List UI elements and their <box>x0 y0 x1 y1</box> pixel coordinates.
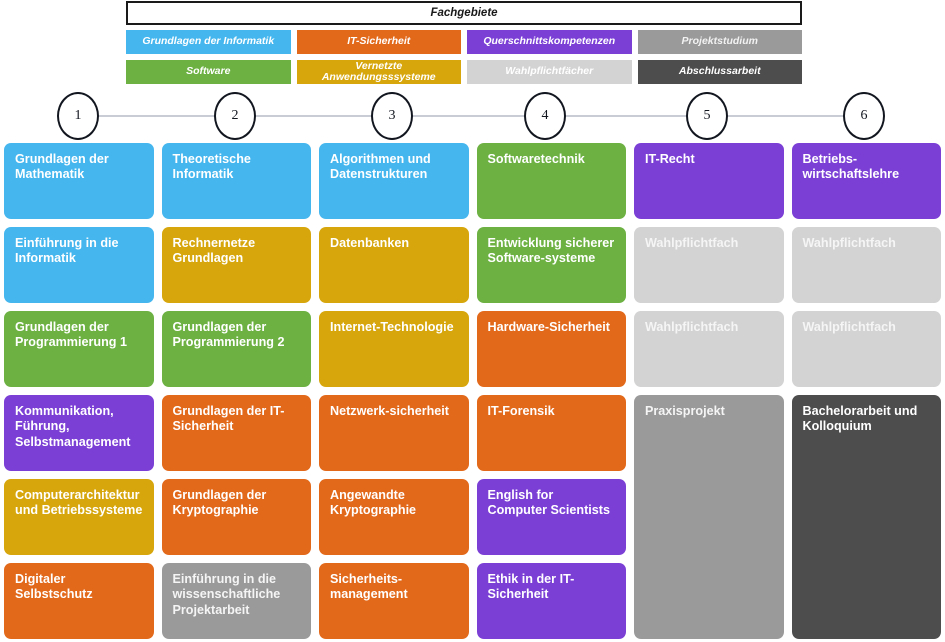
course-card[interactable]: Computerarchitektur und Betriebssysteme <box>4 479 154 555</box>
semester-node-4[interactable]: 4 <box>524 92 566 140</box>
legend-chip-grid: Grundlagen der Informatik IT-Sicherheit Qu… <box>126 30 802 84</box>
legend-panel: Fachgebiete Grundlagen der Informatik IT-… <box>126 0 802 84</box>
course-card[interactable]: Internet-Technologie <box>319 311 469 387</box>
legend-chip[interactable]: Querschnittskompetenzen <box>467 30 632 54</box>
course-card[interactable]: Wahlpflichtfach <box>634 227 784 303</box>
course-card[interactable]: Rechnernetze Grundlagen <box>161 227 311 303</box>
course-card[interactable]: Praxisprojekt <box>634 395 784 639</box>
course-card[interactable]: Digitaler Selbstschutz <box>4 563 154 639</box>
course-card[interactable]: Grundlagen der IT-Sicherheit <box>161 395 311 471</box>
legend-chip[interactable]: IT-Sicherheit <box>296 30 461 54</box>
semester-timeline: 1 2 3 4 5 6 <box>0 92 945 140</box>
semester-node-5[interactable]: 5 <box>686 92 728 140</box>
course-card[interactable]: Ethik in der IT-Sicherheit <box>476 563 626 639</box>
course-card[interactable]: Sicherheits-management <box>319 563 469 639</box>
course-card[interactable]: Wahlpflichtfach <box>791 311 941 387</box>
course-card[interactable]: Entwicklung sicherer Software-systeme <box>476 227 626 303</box>
course-card[interactable]: Hardware-Sicherheit <box>476 311 626 387</box>
legend-chip[interactable]: Grundlagen der Informatik <box>126 30 291 54</box>
timeline-connector-line <box>78 115 865 117</box>
course-card[interactable]: English for Computer Scientists <box>476 479 626 555</box>
course-card[interactable]: Wahlpflichtfach <box>634 311 784 387</box>
course-card[interactable]: Netzwerk-sicherheit <box>319 395 469 471</box>
course-card[interactable]: Algorithmen und Datenstrukturen <box>319 143 469 219</box>
legend-chip[interactable]: Vernetzte Anwendungsssysteme <box>296 60 461 84</box>
curriculum-grid: Grundlagen der Mathematik Einführung in d… <box>4 143 941 639</box>
legend-title: Fachgebiete <box>126 1 802 25</box>
course-card[interactable]: Grundlagen der Mathematik <box>4 143 154 219</box>
course-card[interactable]: Grundlagen der Programmierung 2 <box>161 311 311 387</box>
course-card[interactable]: Einführung in die wissenschaftliche Proj… <box>161 563 311 639</box>
legend-chip[interactable]: Wahlpflichtfächer <box>467 60 632 84</box>
semester-node-6[interactable]: 6 <box>843 92 885 140</box>
course-card[interactable]: Betriebs-wirtschaftslehre <box>791 143 941 219</box>
course-card[interactable]: Wahlpflichtfach <box>791 227 941 303</box>
course-card[interactable]: Theoretische Informatik <box>161 143 311 219</box>
course-card[interactable]: Angewandte Kryptographie <box>319 479 469 555</box>
course-card[interactable]: IT-Forensik <box>476 395 626 471</box>
course-card[interactable]: Einführung in die Informatik <box>4 227 154 303</box>
course-card[interactable]: Grundlagen der Kryptographie <box>161 479 311 555</box>
legend-chip[interactable]: Software <box>126 60 291 84</box>
legend-chip[interactable]: Abschlussarbeit <box>637 60 802 84</box>
legend-chip[interactable]: Projektstudium <box>637 30 802 54</box>
course-card[interactable]: Grundlagen der Programmierung 1 <box>4 311 154 387</box>
semester-node-1[interactable]: 1 <box>57 92 99 140</box>
course-card[interactable]: IT-Recht <box>634 143 784 219</box>
semester-node-2[interactable]: 2 <box>214 92 256 140</box>
semester-node-3[interactable]: 3 <box>371 92 413 140</box>
course-card[interactable]: Kommunikation, Führung, Selbstmanagement <box>4 395 154 471</box>
course-card[interactable]: Softwaretechnik <box>476 143 626 219</box>
course-card[interactable]: Datenbanken <box>319 227 469 303</box>
course-card[interactable]: Bachelorarbeit und Kolloquium <box>791 395 941 639</box>
